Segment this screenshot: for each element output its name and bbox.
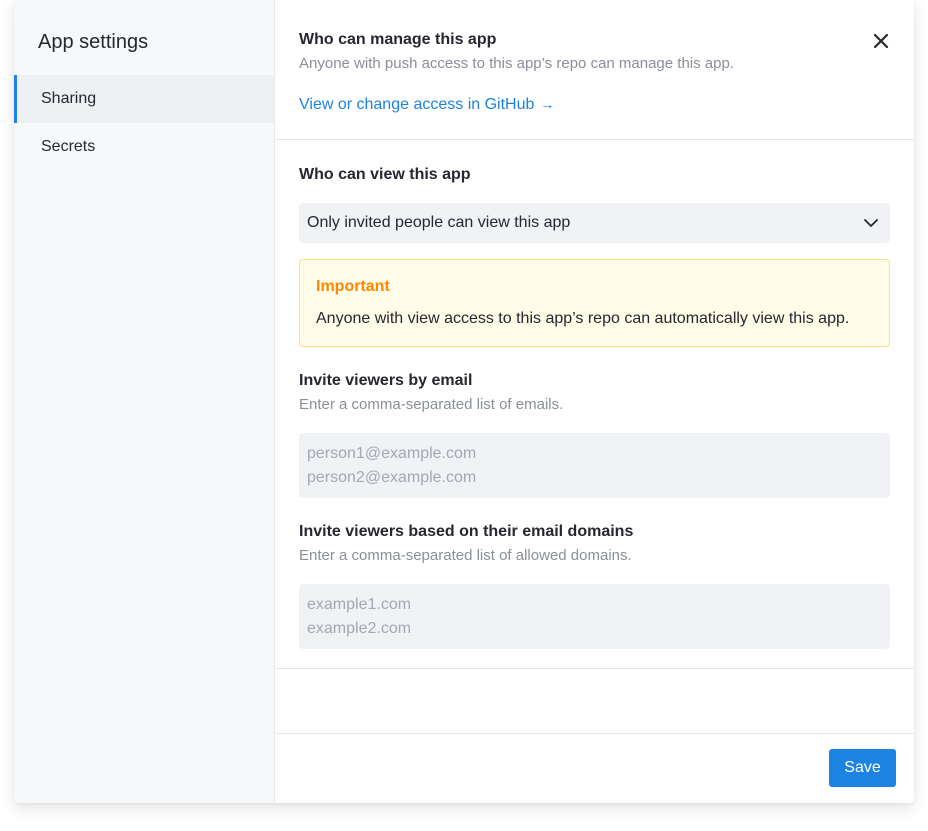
manage-title: Who can manage this app [299, 31, 497, 48]
manage-section: Who can manage this app Anyone with push… [275, 0, 914, 140]
invite-email-title: Invite viewers by email [299, 372, 473, 389]
main-panel: Who can manage this app Anyone with push… [275, 0, 914, 803]
github-access-link[interactable]: View or change access in GitHub → [299, 94, 554, 115]
invite-domain-title: Invite viewers based on their email doma… [299, 523, 634, 540]
invite-domain-placeholder-line: example1.com [307, 596, 412, 613]
sidebar-title: App settings [38, 31, 149, 53]
sidebar-item-sharing[interactable]: Sharing [14, 75, 274, 123]
invite-email-input[interactable]: person1@example.com person2@example.com [299, 433, 890, 498]
important-notice: Important Anyone with view access to thi… [299, 259, 890, 347]
invite-domain-input[interactable]: example1.com example2.com [299, 584, 890, 649]
arrow-right-icon: → [540, 96, 555, 112]
settings-dialog: App settings Sharing Secrets Who can man… [14, 0, 914, 803]
manage-description: Anyone with push access to this app’s re… [299, 55, 734, 72]
github-access-link-label: View or change access in GitHub [299, 96, 535, 113]
sidebar-item-secrets[interactable]: Secrets [14, 123, 274, 171]
sidebar-nav: Sharing Secrets [14, 75, 274, 171]
invite-domain-placeholder-line: example2.com [307, 620, 412, 637]
view-access-select-value: Only invited people can view this app [307, 214, 571, 231]
invite-email-description: Enter a comma-separated list of emails. [299, 396, 564, 413]
save-button[interactable]: Save [829, 749, 896, 787]
invite-email-block: Invite viewers by email Enter a comma-se… [299, 371, 890, 498]
invite-domain-description: Enter a comma-separated list of allowed … [299, 547, 632, 564]
invite-domain-block: Invite viewers based on their email doma… [299, 522, 890, 649]
chevron-down-icon [864, 219, 878, 227]
important-notice-title: Important [316, 278, 390, 295]
view-title: Who can view this app [299, 166, 471, 183]
important-notice-text: Anyone with view access to this app’s re… [316, 310, 850, 327]
dialog-footer: Save [275, 733, 914, 803]
invite-email-placeholder-line: person2@example.com [307, 469, 477, 486]
invite-email-placeholder-line: person1@example.com [307, 445, 477, 462]
view-section: Who can view this app Only invited peopl… [275, 141, 914, 669]
close-icon [873, 33, 889, 49]
view-access-select[interactable]: Only invited people can view this app [299, 203, 890, 243]
sidebar: App settings Sharing Secrets [14, 0, 275, 803]
close-button[interactable] [870, 30, 892, 52]
